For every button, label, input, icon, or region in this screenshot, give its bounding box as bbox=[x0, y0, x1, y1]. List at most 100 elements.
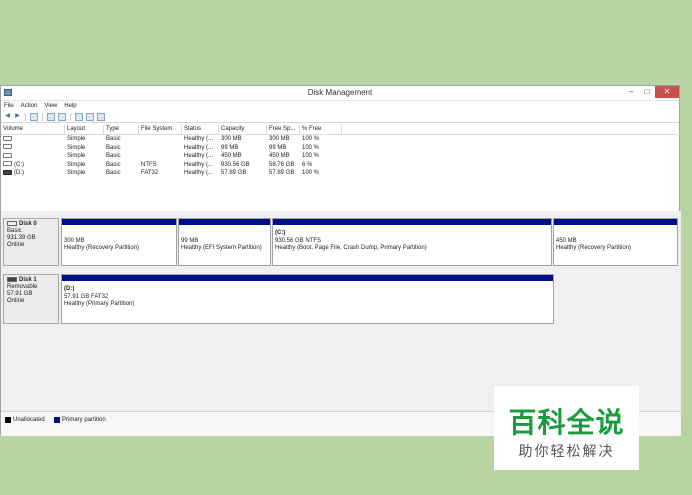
drive-icon bbox=[3, 135, 12, 141]
volume-capacity: 300 MB bbox=[221, 136, 242, 142]
volume-percent-free: 6 % bbox=[302, 161, 313, 168]
legend-primary-partition: Primary partition bbox=[62, 417, 106, 423]
partition-d-drive[interactable]: (D:) 57.91 GB FAT32 Healthy (Primary Par… bbox=[61, 274, 554, 324]
partition-size: 300 MB bbox=[64, 238, 85, 244]
column-header-status[interactable]: Status bbox=[182, 125, 219, 134]
partition-label bbox=[181, 230, 268, 238]
disk-name: Disk 0 bbox=[19, 221, 37, 228]
help-icon[interactable] bbox=[47, 112, 55, 121]
column-header-free-space[interactable]: Free Sp... bbox=[267, 125, 300, 134]
menu-help[interactable]: Help bbox=[64, 103, 76, 109]
volume-free-space: 99 MB bbox=[269, 144, 287, 151]
partition-label: (D:) bbox=[64, 286, 75, 292]
column-header-layout[interactable]: Layout bbox=[65, 125, 104, 134]
column-header-percent-free[interactable]: % Free bbox=[300, 125, 342, 134]
volume-row[interactable]: Simple Basic Healthy (... 300 MB 300 MB … bbox=[1, 135, 681, 144]
volume-layout: Simple bbox=[67, 170, 86, 176]
volume-type: Basic bbox=[106, 153, 121, 159]
forward-arrow-icon[interactable]: ▶ bbox=[14, 113, 21, 120]
disk-type: Removable bbox=[7, 284, 38, 291]
volume-row[interactable]: (D:) Simple Basic FAT32 Healthy (... 57.… bbox=[1, 169, 681, 178]
partition-recovery[interactable]: 300 MB Healthy (Recovery Partition) bbox=[61, 218, 177, 266]
toolbar-divider bbox=[42, 112, 43, 121]
volume-percent-free: 100 % bbox=[302, 136, 320, 142]
legend-unallocated: Unallocated bbox=[13, 417, 45, 423]
partition-status: Healthy (Recovery Partition) bbox=[64, 245, 140, 251]
refresh-icon[interactable] bbox=[75, 112, 83, 121]
list-view-icon[interactable] bbox=[58, 112, 66, 121]
window-title: Disk Management bbox=[307, 88, 373, 97]
volume-layout: Simple bbox=[67, 161, 86, 168]
rescan-disks-icon[interactable] bbox=[97, 112, 105, 121]
disk-status: Online bbox=[7, 242, 25, 249]
disk-graphical-view: Disk 0 Basic 931.39 GB Online 300 MB Hea… bbox=[1, 211, 681, 411]
disk-type: Basic bbox=[7, 228, 22, 235]
drive-icon bbox=[3, 161, 12, 167]
volume-status: Healthy (... bbox=[184, 170, 214, 176]
title-bar[interactable]: Disk Management – □ ✕ bbox=[1, 86, 679, 101]
usb-drive-icon bbox=[3, 169, 12, 175]
partition-c-drive[interactable]: (C:) 930.56 GB NTFS Healthy (Boot, Page … bbox=[272, 218, 552, 266]
disk-0-row: Disk 0 Basic 931.39 GB Online 300 MB Hea… bbox=[3, 218, 679, 266]
volume-capacity: 99 MB bbox=[221, 144, 239, 151]
disk-0-label[interactable]: Disk 0 Basic 931.39 GB Online bbox=[3, 218, 59, 266]
column-header-capacity[interactable]: Capacity bbox=[219, 125, 267, 134]
watermark-title: 百科全说 bbox=[508, 407, 625, 438]
volume-name: (D:) bbox=[14, 170, 24, 176]
column-header-volume[interactable]: Volume bbox=[1, 125, 65, 134]
console-tree-icon[interactable] bbox=[30, 112, 38, 121]
volume-layout: Simple bbox=[67, 153, 86, 159]
volume-type: Basic bbox=[106, 170, 121, 176]
volume-name: (C:) bbox=[14, 161, 24, 168]
maximize-button[interactable]: □ bbox=[639, 86, 655, 98]
minimize-button[interactable]: – bbox=[623, 86, 639, 98]
volume-type: Basic bbox=[106, 136, 121, 142]
drive-icon bbox=[3, 152, 12, 158]
volume-row[interactable]: Simple Basic Healthy (... 450 MB 450 MB … bbox=[1, 152, 681, 161]
volume-file-system: NTFS bbox=[141, 161, 157, 168]
close-button[interactable]: ✕ bbox=[655, 86, 679, 98]
volume-free-space: 300 MB bbox=[269, 136, 290, 142]
back-arrow-icon[interactable]: ◀ bbox=[4, 113, 11, 120]
column-header-file-system[interactable]: File System bbox=[139, 125, 182, 134]
volume-row[interactable]: (C:) Simple Basic NTFS Healthy (... 930.… bbox=[1, 161, 681, 170]
volume-file-system bbox=[139, 135, 182, 144]
partition-size: 57.91 GB FAT32 bbox=[64, 294, 109, 300]
partition-size: 450 MB bbox=[556, 238, 577, 244]
volume-capacity: 57.89 GB bbox=[221, 170, 247, 176]
volume-percent-free: 100 % bbox=[302, 144, 320, 151]
disk-size: 57.91 GB bbox=[7, 291, 33, 298]
volume-status: Healthy (... bbox=[184, 161, 214, 168]
volume-file-system bbox=[139, 152, 182, 161]
volume-layout: Simple bbox=[67, 144, 86, 151]
toolbar: ◀ ▶ bbox=[1, 111, 679, 123]
toolbar-divider bbox=[25, 112, 26, 121]
volume-capacity: 930.56 GB bbox=[221, 161, 250, 168]
volume-capacity: 450 MB bbox=[221, 153, 242, 159]
menu-bar: File Action View Help bbox=[1, 101, 679, 111]
volume-status: Healthy (... bbox=[184, 153, 214, 159]
column-header-type[interactable]: Type bbox=[104, 125, 139, 134]
disk-1-row: Disk 1 Removable 57.91 GB Online (D:) 57… bbox=[3, 274, 679, 324]
menu-file[interactable]: File bbox=[4, 103, 14, 109]
partition-efi-system[interactable]: 99 MB Healthy (EFI System Partition) bbox=[178, 218, 271, 266]
disk-size: 931.39 GB bbox=[7, 235, 36, 242]
partition-recovery-end[interactable]: 450 MB Healthy (Recovery Partition) bbox=[553, 218, 678, 266]
volume-free-space: 57.89 GB bbox=[269, 170, 295, 176]
toolbar-divider bbox=[70, 112, 71, 121]
partition-status: Healthy (Recovery Partition) bbox=[556, 245, 632, 251]
partition-size: 99 MB bbox=[181, 238, 199, 244]
properties-icon[interactable] bbox=[86, 112, 94, 121]
menu-action[interactable]: Action bbox=[21, 103, 38, 109]
volume-free-space: 58.76 GB bbox=[269, 161, 295, 168]
disk-1-label[interactable]: Disk 1 Removable 57.91 GB Online bbox=[3, 274, 59, 324]
volume-free-space: 450 MB bbox=[269, 153, 290, 159]
drive-icon bbox=[3, 144, 12, 150]
menu-view[interactable]: View bbox=[44, 103, 57, 109]
usb-drive-icon bbox=[7, 277, 17, 282]
volume-row[interactable]: Simple Basic Healthy (... 99 MB 99 MB 10… bbox=[1, 144, 681, 153]
hard-disk-icon bbox=[7, 221, 17, 226]
watermark-badge: 百科全说 助你轻松解决 bbox=[494, 386, 639, 470]
volume-status: Healthy (... bbox=[184, 144, 214, 151]
volume-status: Healthy (... bbox=[184, 136, 214, 142]
